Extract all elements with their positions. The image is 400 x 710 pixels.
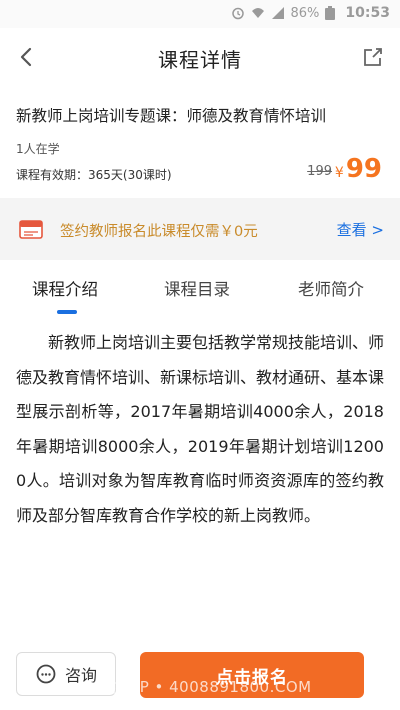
battery-icon [325, 6, 339, 20]
view-link[interactable]: 查看 > [337, 219, 384, 240]
chat-icon [36, 664, 56, 684]
course-info: 新教师上岗培训专题课：师德及教育情怀培训 1人在学 课程有效期：365天(30课… [0, 86, 400, 198]
tab-course-intro[interactable]: 课程介绍 [32, 276, 98, 300]
tab-course-catalog[interactable]: 课程目录 [164, 276, 230, 300]
consult-label: 咨询 [64, 666, 97, 685]
footer-bar: 咨询 点击报名 [0, 640, 400, 710]
course-title: 新教师上岗培训专题课：师德及教育情怀培训 [16, 107, 327, 125]
alarm-icon [231, 6, 245, 20]
tab-teacher-intro[interactable]: 老师简介 [298, 276, 364, 300]
current-price: ¥99 [335, 154, 382, 184]
signal-icon [271, 6, 285, 20]
price-amount: 99 [345, 154, 382, 184]
status-bar: 86% 10:53 [0, 0, 400, 28]
share-icon [364, 48, 382, 66]
wifi-icon [251, 6, 265, 20]
promo-banner: 签约教师报名此课程仅需￥0元 查看 > [0, 198, 400, 260]
page-title: 课程详情 [158, 48, 242, 72]
contract-icon [18, 218, 44, 240]
active-tab-indicator [57, 310, 77, 314]
signup-label: 点击报名 [216, 667, 288, 688]
original-price: 199 [307, 164, 332, 179]
currency-symbol: ¥ [334, 165, 344, 181]
promo-text: 签约教师报名此课程仅需￥0元 [60, 224, 258, 240]
consult-button[interactable]: 咨询 [16, 652, 116, 696]
course-validity: 课程有效期：365天(30课时) [16, 168, 172, 182]
tab-bar: 课程介绍 课程目录 老师简介 [0, 260, 400, 318]
nav-bar: 课程详情 [0, 28, 400, 86]
signup-button[interactable]: 点击报名 [140, 652, 364, 698]
clock: 10:53 [345, 5, 390, 21]
course-intro-text: 新教师上岗培训主要包括教学常规技能培训、师德及教育情怀培训、新课标培训、教材通研… [16, 326, 384, 533]
battery-percent: 86% [290, 5, 320, 21]
learner-count: 1人在学 [16, 142, 60, 156]
share-button[interactable] [358, 42, 388, 72]
intro-paragraph: 新教师上岗培训主要包括教学常规技能培训、师德及教育情怀培训、新课标培训、教材通研… [16, 333, 385, 525]
